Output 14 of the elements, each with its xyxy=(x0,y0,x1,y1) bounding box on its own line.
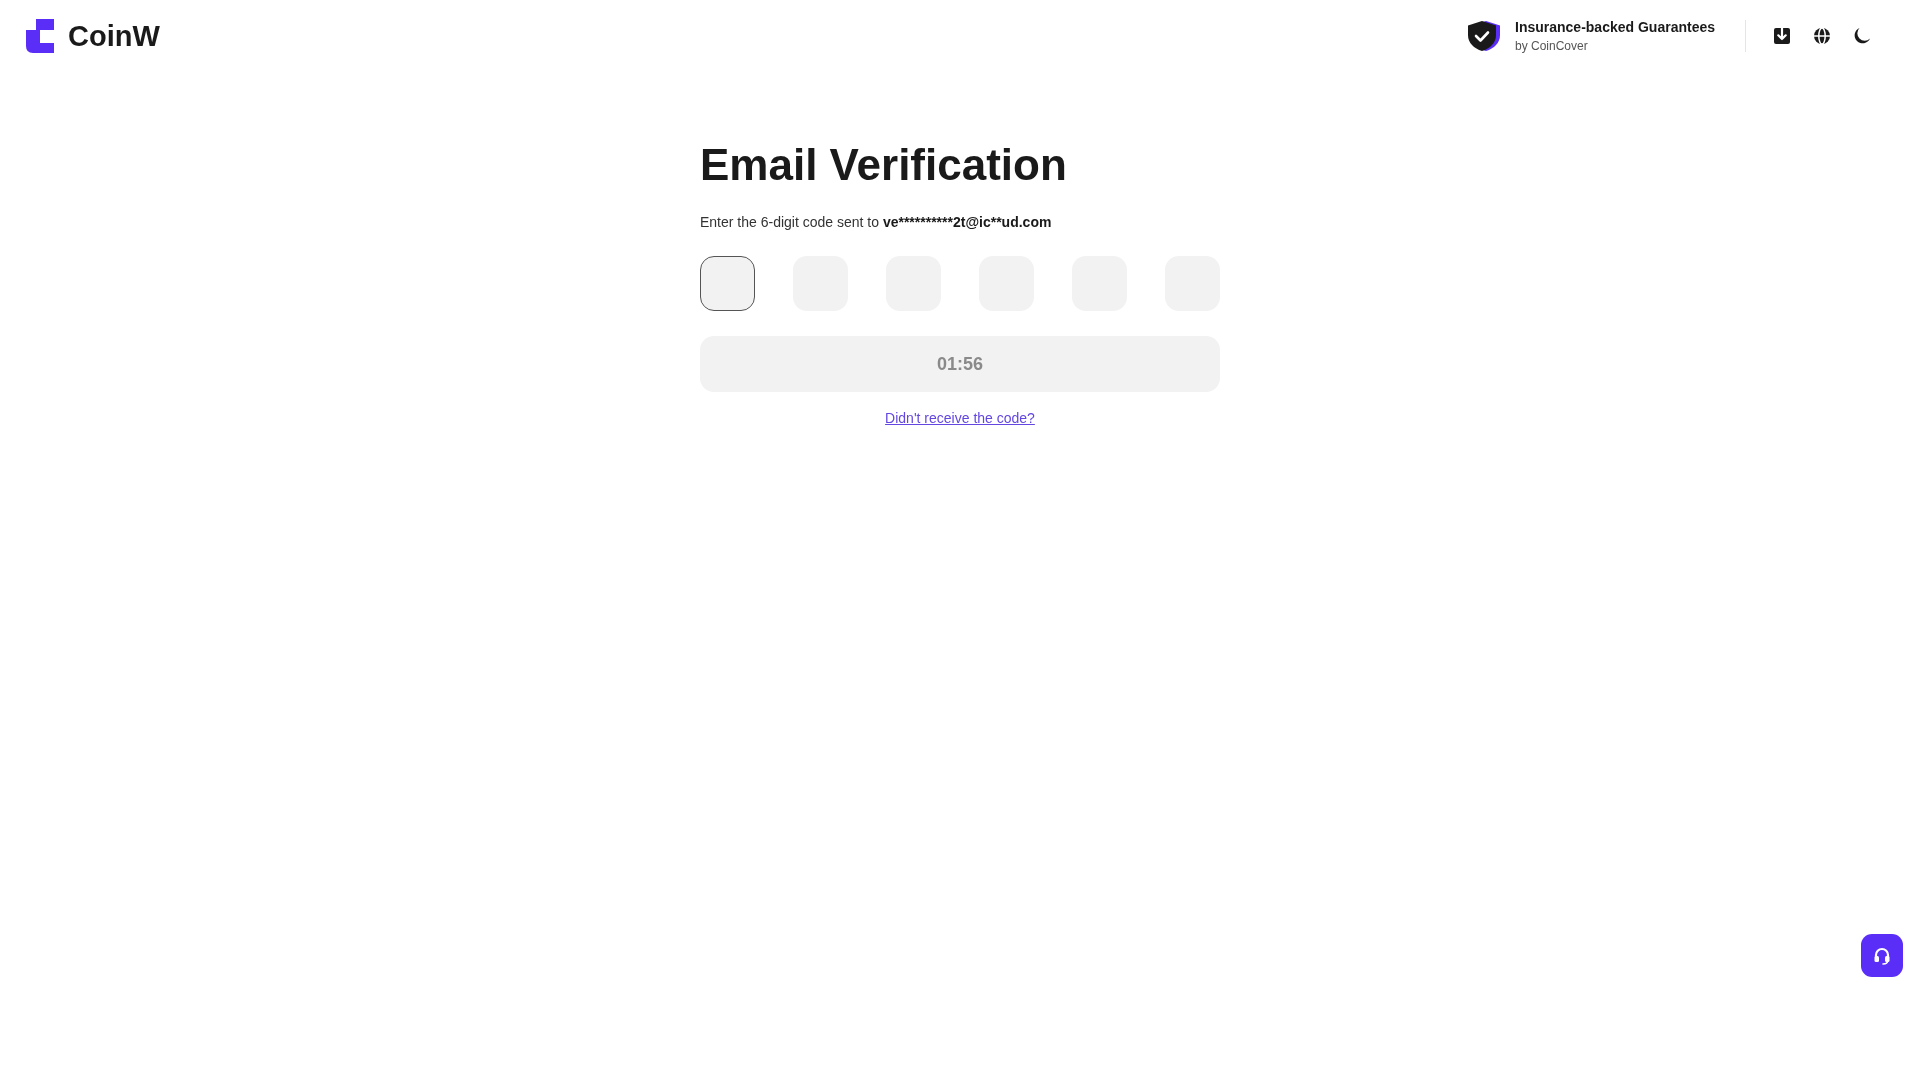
code-input-field[interactable] xyxy=(700,256,755,311)
instruction-text: Enter the 6-digit code sent to ve**********2t@ic**ud.com xyxy=(700,213,1052,232)
insurance-subtitle: by CoinCover xyxy=(1515,39,1589,53)
download-icon xyxy=(1774,28,1790,44)
globe-icon xyxy=(1814,28,1830,44)
headset-icon xyxy=(1874,946,1890,965)
logo-link[interactable]: CoinW xyxy=(26,19,160,53)
moon-icon xyxy=(1854,28,1870,44)
page-title: Email Verification xyxy=(700,143,1067,187)
shield-check-icon xyxy=(1467,20,1501,52)
insurance-title: Insurance-backed Guarantees xyxy=(1515,19,1715,35)
resend-code-link[interactable]: Didn't receive the code? xyxy=(885,408,1035,428)
logo-icon xyxy=(26,19,54,53)
support-button[interactable] xyxy=(1861,934,1903,977)
